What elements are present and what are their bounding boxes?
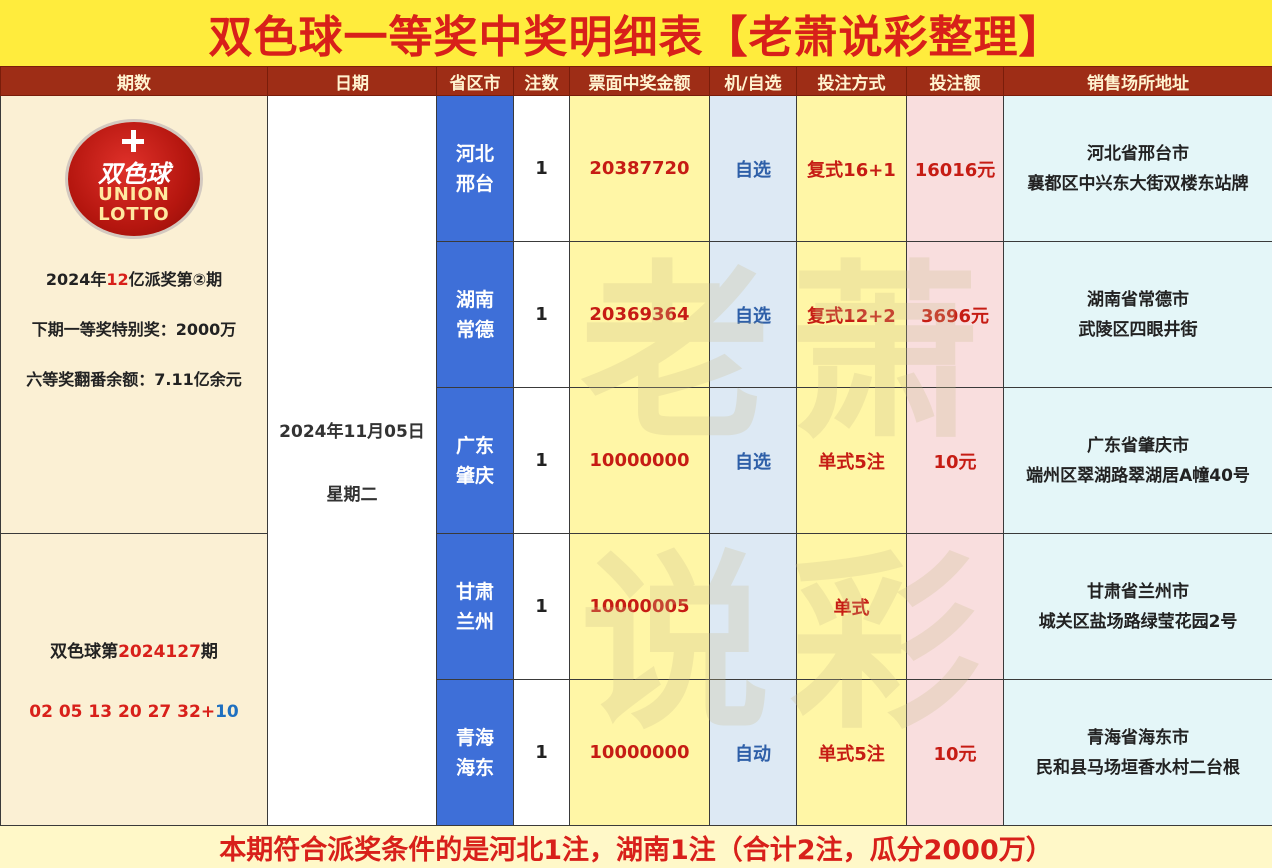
address-cell: 河北省邢台市 襄都区中兴东大街双楼东站牌	[1003, 95, 1272, 242]
count-cell: 1	[513, 387, 570, 534]
footer-note: 本期符合派奖条件的是河北1注，湖南1注（合计2注，瓜分2000万）	[0, 826, 1272, 868]
draw-date: 2024年11月05日	[279, 421, 425, 442]
promo-period-line: 2024年12亿派奖第②期	[45, 269, 223, 289]
method-cell: 复式12+2	[796, 241, 907, 388]
amount-cell: 20387720	[569, 95, 710, 242]
blue-ball: 10	[215, 702, 239, 722]
address-cell: 广东省肇庆市 端州区翠湖路翠湖居A幢40号	[1003, 387, 1272, 534]
region-cell: 河北 邢台	[436, 95, 514, 242]
header-date: 日期	[267, 66, 437, 96]
header-address: 销售场所地址	[1003, 66, 1272, 96]
amount-cell: 20369364	[569, 241, 710, 388]
table-row: 双色球第2024127期 02 05 13 20 27 32+10 甘肃 兰州 1…	[0, 533, 1272, 826]
draw-weekday: 星期二	[326, 484, 378, 505]
sixth-prize-balance-line: 六等奖翻番余额：7.11亿余元	[26, 369, 242, 389]
table-row: 双色球 UNION LOTTO 2024年12亿派奖第②期 下期一等奖特别奖：2…	[0, 95, 1272, 826]
draw-info-cell: 双色球第2024127期 02 05 13 20 27 32+10	[0, 533, 268, 826]
count-cell: 1	[513, 533, 570, 680]
pick-cell: 自选	[709, 241, 797, 388]
issue-info-cell: 双色球 UNION LOTTO 2024年12亿派奖第②期 下期一等奖特别奖：2…	[0, 95, 268, 534]
header-amount: 票面中奖金额	[569, 66, 710, 96]
header-bet: 投注额	[906, 66, 1004, 96]
amount-cell: 10000005	[569, 533, 710, 680]
logo-cross-icon	[122, 129, 144, 152]
red-balls: 02 05 13 20 27 32	[29, 702, 201, 722]
bet-cell: 10元	[906, 387, 1004, 534]
bet-cell: 10元	[906, 679, 1004, 826]
method-cell: 单式5注	[796, 387, 907, 534]
region-cell: 甘肃 兰州	[436, 533, 514, 680]
method-cell: 单式5注	[796, 679, 907, 826]
header-row: 期数 日期 省区市 注数 票面中奖金额 机/自选 投注方式 投注额 销售场所地址	[0, 66, 1272, 96]
date-cell: 2024年11月05日 星期二	[267, 95, 437, 826]
region-cell: 广东 肇庆	[436, 387, 514, 534]
count-cell: 1	[513, 241, 570, 388]
special-prize-line: 下期一等奖特别奖：2000万	[31, 319, 237, 339]
method-cell: 单式	[796, 533, 907, 680]
pick-cell: 自动	[709, 679, 797, 826]
region-cell: 湖南 常德	[436, 241, 514, 388]
logo-text-en-2: LOTTO	[98, 203, 170, 225]
footer-text: 本期符合派奖条件的是河北1注，湖南1注（合计2注，瓜分2000万）	[219, 834, 1053, 866]
winning-numbers: 02 05 13 20 27 32+10	[29, 702, 239, 722]
count-cell: 1	[513, 95, 570, 242]
header-region: 省区市	[436, 66, 514, 96]
draw-issue-line: 双色球第2024127期	[50, 642, 218, 662]
header-pick: 机/自选	[709, 66, 797, 96]
address-cell: 湖南省常德市 武陵区四眼井街	[1003, 241, 1272, 388]
region-cell: 青海 海东	[436, 679, 514, 826]
header-issue: 期数	[0, 66, 268, 96]
method-cell: 复式16+1	[796, 95, 907, 242]
amount-cell: 10000000	[569, 387, 710, 534]
header-count: 注数	[513, 66, 570, 96]
count-cell: 1	[513, 679, 570, 826]
pick-cell: 自选	[709, 95, 797, 242]
page-title: 双色球一等奖中奖明细表【老萧说彩整理】	[208, 12, 1064, 63]
pick-cell	[709, 533, 797, 680]
winners-table: 期数 日期 省区市 注数 票面中奖金额 机/自选 投注方式 投注额 销售场所地址…	[0, 66, 1272, 826]
ssq-logo: 双色球 UNION LOTTO	[64, 120, 204, 240]
bet-cell	[906, 533, 1004, 680]
address-cell: 甘肃省兰州市 城关区盐场路绿莹花园2号	[1003, 533, 1272, 680]
address-cell: 青海省海东市 民和县马场垣香水村二台根	[1003, 679, 1272, 826]
bet-cell: 3696元	[906, 241, 1004, 388]
amount-cell: 10000000	[569, 679, 710, 826]
header-method: 投注方式	[796, 66, 907, 96]
title-bar: 双色球一等奖中奖明细表【老萧说彩整理】	[0, 0, 1272, 66]
logo-text-en-1: UNION	[98, 183, 170, 205]
bet-cell: 16016元	[906, 95, 1004, 242]
pick-cell: 自选	[709, 387, 797, 534]
